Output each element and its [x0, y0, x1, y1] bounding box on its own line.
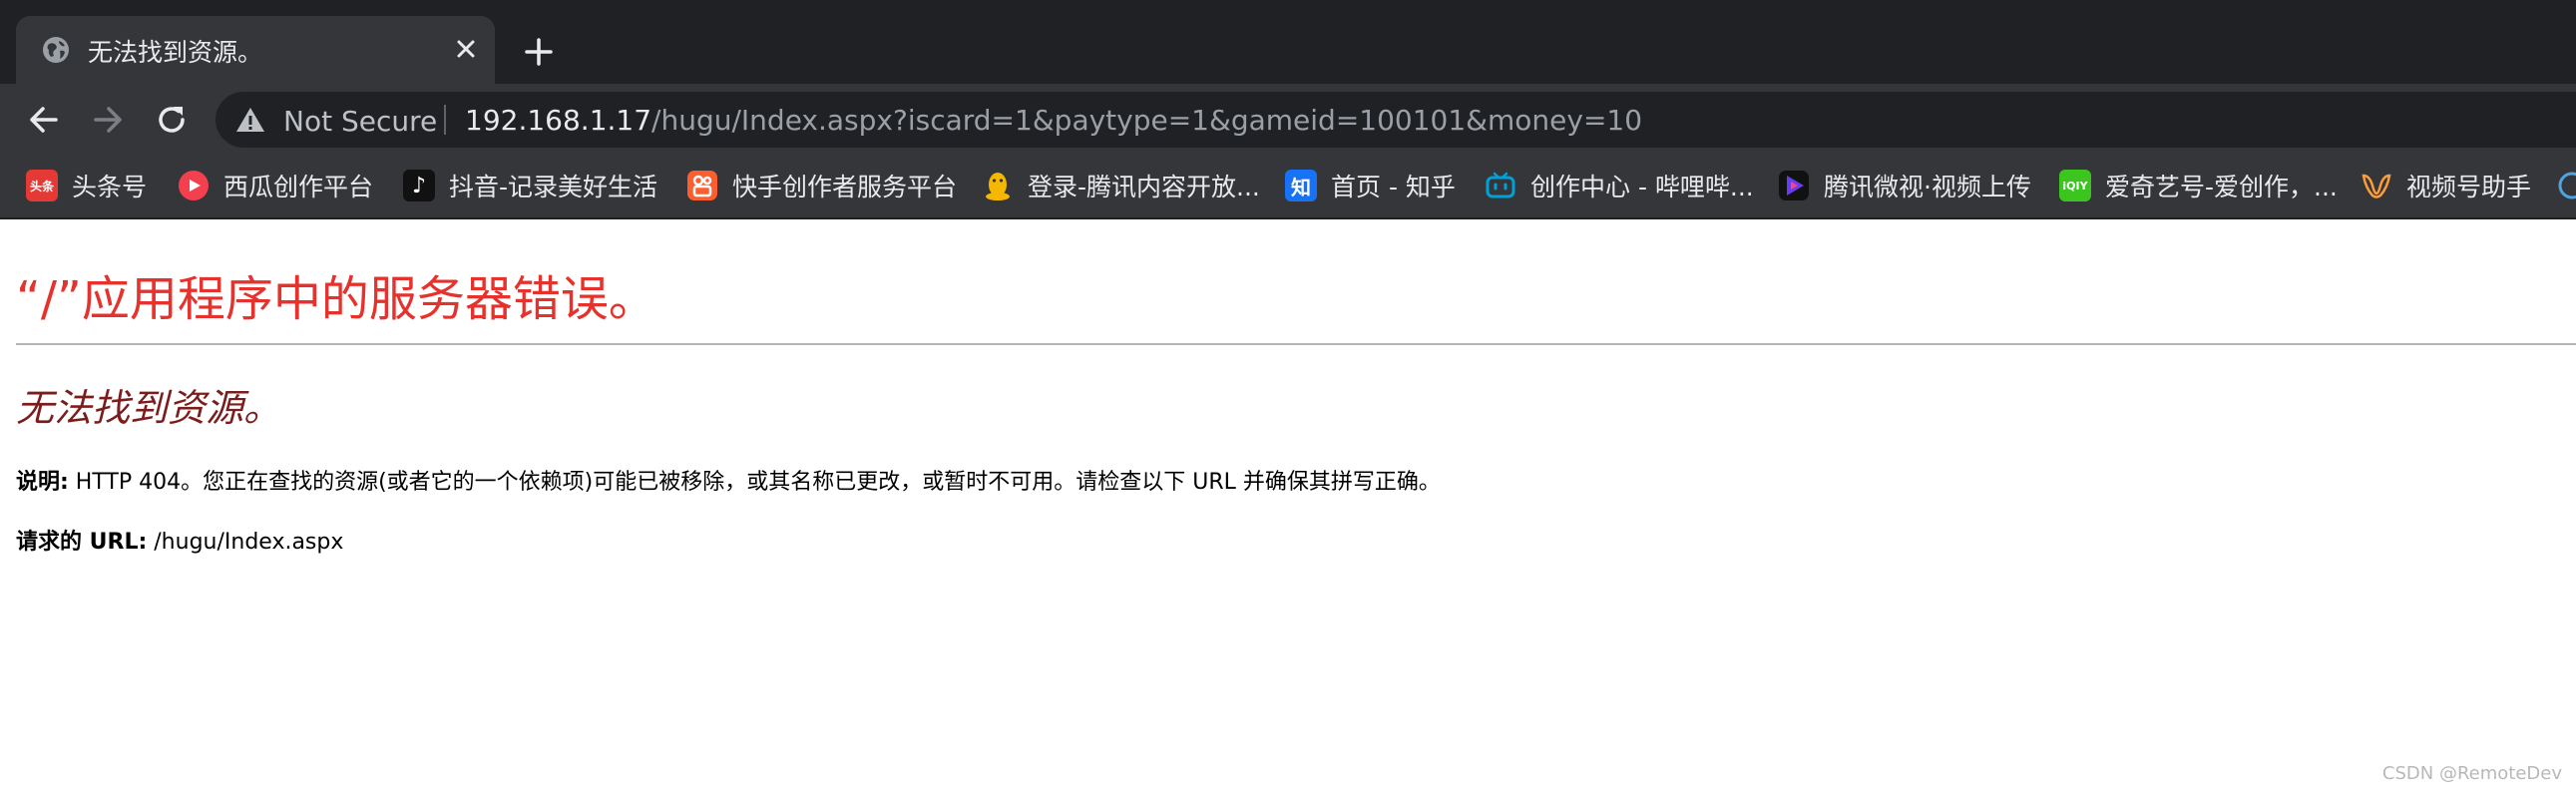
url-text[interactable]: 192.168.1.17/hugu/Index.aspx?iscard=1&pa… — [465, 104, 1642, 137]
arrow-right-icon[interactable] — [88, 100, 128, 140]
weishi-icon — [1779, 171, 1809, 200]
bookmark-toutiao[interactable]: 头条 头条号 — [26, 166, 147, 205]
tab-strip: 无法找到资源。 — [0, 0, 2576, 84]
bookmark-label: 首页 - 知乎 — [1331, 173, 1456, 201]
bookmark-label: 抖音-记录美好生活 — [449, 173, 658, 201]
qq-penguin-icon — [986, 173, 1010, 200]
xigua-icon — [179, 171, 209, 200]
error-subtitle: 无法找到资源。 — [16, 386, 282, 430]
watermark: CSDN @RemoteDev — [2381, 763, 2562, 784]
omnibox-divider — [444, 105, 446, 135]
error-description: 说明: HTTP 404。您正在查找的资源(或者它的一个依赖项)可能已被移除，或… — [16, 464, 1441, 496]
bookmark-bilibili[interactable]: 创作中心 - 哔哩哔... — [1485, 166, 1754, 205]
page-title: “/”应用程序中的服务器错误。 — [16, 271, 656, 327]
channels-butterfly-icon — [2361, 174, 2391, 198]
bilibili-tv-icon — [1486, 172, 1515, 198]
bookmark-channels[interactable]: 视频号助手 — [2361, 166, 2531, 205]
url-host: 192.168.1.17 — [465, 104, 652, 137]
requested-url-label: 请求的 URL: — [16, 530, 148, 555]
bookmark-douyin[interactable]: ♪ 抖音-记录美好生活 — [403, 166, 657, 205]
requested-url: 请求的 URL: /hugu/Index.aspx — [16, 524, 343, 556]
douyin-icon: ♪ — [403, 170, 435, 201]
security-label[interactable]: Not Secure — [283, 105, 437, 138]
bookmark-label: 创作中心 - 哔哩哔... — [1530, 173, 1754, 201]
reload-icon[interactable] — [152, 100, 192, 140]
bookmark-iqiyi[interactable]: iQIY 爱奇艺号-爱创作，... — [2059, 166, 2338, 205]
bookmark-label: 西瓜创作平台 — [223, 173, 374, 201]
page-content: “/”应用程序中的服务器错误。 无法找到资源。 说明: HTTP 404。您正在… — [0, 219, 2576, 794]
description-text: HTTP 404。您正在查找的资源(或者它的一个依赖项)可能已被移除，或其名称已… — [68, 470, 1441, 495]
zhihu-icon: 知 — [1285, 170, 1317, 201]
description-label: 说明: — [16, 470, 69, 495]
globe-icon — [43, 37, 69, 63]
toolbar: Not Secure 192.168.1.17/hugu/Index.aspx?… — [0, 84, 2576, 154]
bookmark-label: 快手创作者服务平台 — [732, 173, 958, 201]
tab-title: 无法找到资源。 — [88, 38, 263, 67]
bookmark-xigua[interactable]: 西瓜创作平台 — [178, 166, 373, 205]
bookmark-label: 视频号助手 — [2406, 173, 2532, 201]
active-tab[interactable]: 无法找到资源。 — [16, 16, 495, 84]
bookmark-label: 腾讯微视·视频上传 — [1824, 173, 2031, 201]
bookmark-label: 登录-腾讯内容开放... — [1028, 173, 1260, 201]
bookmark-weishi[interactable]: 腾讯微视·视频上传 — [1778, 166, 2031, 205]
plus-icon[interactable] — [519, 32, 559, 72]
toutiao-icon: 头条 — [26, 170, 58, 201]
arrow-left-icon[interactable] — [24, 100, 64, 140]
url-path: /hugu/Index.aspx?iscard=1&paytype=1&game… — [651, 104, 1643, 137]
bookmark-overflow-icon[interactable] — [2556, 170, 2576, 201]
bookmarks-bar: 头条 头条号 西瓜创作平台 ♪ 抖音-记录美好生活 快手创作者服务平台 登录-腾… — [0, 154, 2576, 219]
address-bar[interactable]: Not Secure 192.168.1.17/hugu/Index.aspx?… — [215, 92, 2576, 148]
bookmark-label: 爱奇艺号-爱创作，... — [2105, 173, 2338, 201]
bookmark-tencent-content[interactable]: 登录-腾讯内容开放... — [982, 166, 1260, 205]
bookmark-label: 头条号 — [72, 173, 148, 201]
warning-triangle-icon[interactable] — [235, 106, 265, 134]
bookmark-kuaishou[interactable]: 快手创作者服务平台 — [686, 166, 957, 205]
iqiyi-icon: iQIY — [2059, 170, 2091, 201]
bookmark-zhihu[interactable]: 知 首页 - 知乎 — [1285, 166, 1456, 205]
divider — [16, 343, 2576, 345]
close-icon[interactable] — [449, 32, 483, 66]
kuaishou-icon — [687, 171, 717, 200]
requested-url-value: /hugu/Index.aspx — [147, 530, 344, 555]
